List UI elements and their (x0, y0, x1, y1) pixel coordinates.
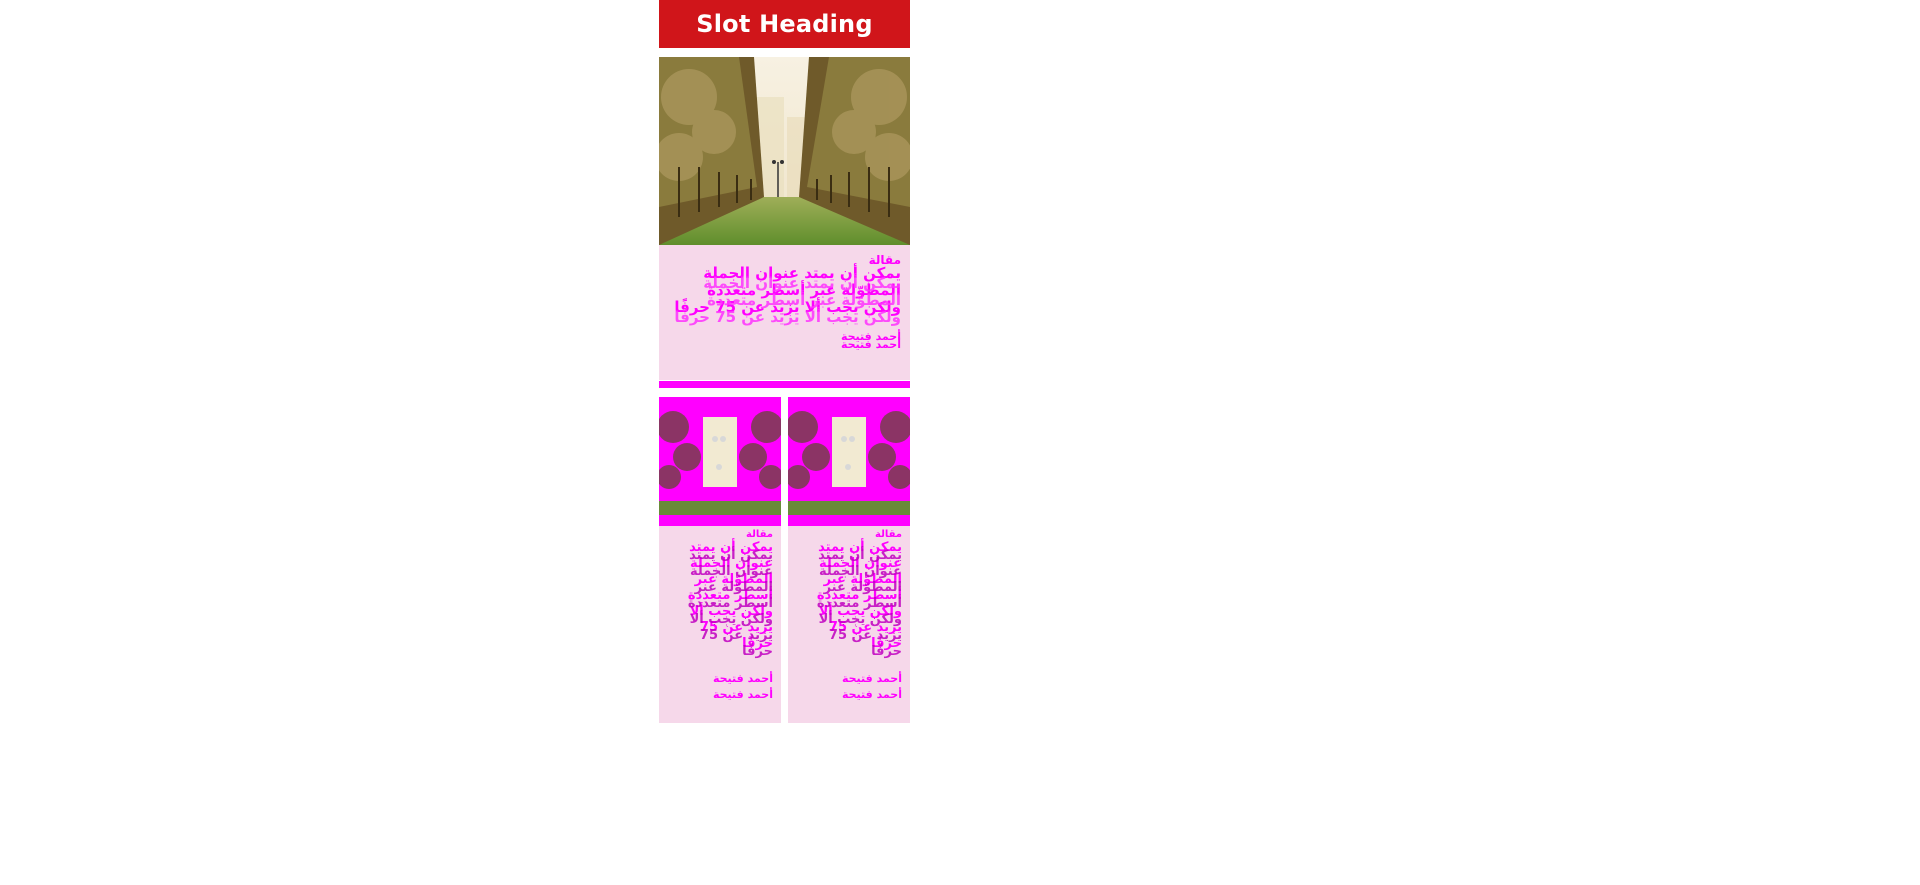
article-category-tag: مقالة (875, 529, 902, 540)
hero-card-body[interactable]: مقالة يمكن أن يمتد عنوان الجملة المطوّلة… (659, 245, 910, 380)
hero-title-ghost: يمكن أن يمتد عنوان الجملة المطوّلة عبر أ… (674, 274, 901, 326)
article-title-ghost: يمكن أن يمتد عنوان الجملة المطوّلة عبر أ… (687, 548, 773, 659)
article-title-ghost: يمكن أن يمتد عنوان الجملة المطوّلة عبر أ… (816, 548, 902, 659)
hero-image[interactable] (659, 57, 910, 245)
slot-heading: Slot Heading (696, 10, 873, 38)
palm-avenue-image (659, 397, 781, 526)
palm-avenue-image (788, 397, 910, 526)
article-category-tag: مقالة (746, 529, 773, 540)
article-author-ghost: أحمد فتيحة (712, 688, 773, 701)
palm-avenue-image (659, 57, 910, 245)
article-card[interactable]: مقالة يمكن أن يمتد عنوان الجملة المطوّلة… (788, 397, 910, 723)
hero-author-ghost: أحمد فتيحة (840, 338, 901, 351)
article-card[interactable]: مقالة يمكن أن يمتد عنوان الجملة المطوّلة… (659, 397, 781, 723)
article-card-body[interactable]: مقالة يمكن أن يمتد عنوان الجملة المطوّلة… (788, 526, 910, 723)
article-card-image[interactable] (659, 397, 781, 526)
slot-heading-bar: Slot Heading (659, 0, 910, 48)
article-author: أحمد فتيحة (841, 672, 902, 685)
article-author: أحمد فتيحة (712, 672, 773, 685)
article-card-body[interactable]: مقالة يمكن أن يمتد عنوان الجملة المطوّلة… (659, 526, 781, 723)
section-divider (659, 381, 910, 388)
article-author-ghost: أحمد فتيحة (841, 688, 902, 701)
article-card-image[interactable] (788, 397, 910, 526)
